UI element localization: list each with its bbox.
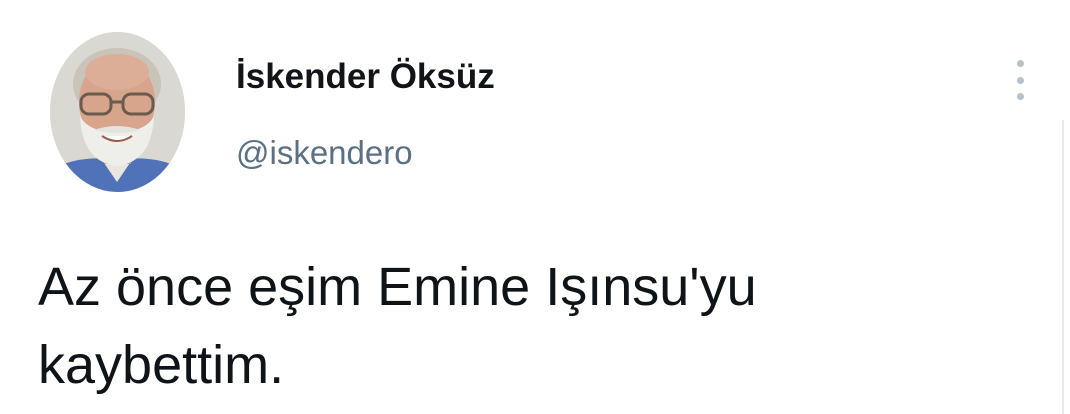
tweet-card: İskender Öksüz @iskendero Az önce eşim E… [0,0,1070,414]
avatar-photo-icon [50,32,185,192]
more-dot [1016,93,1024,100]
more-options-icon[interactable] [1004,58,1036,102]
tweet-text: Az önce eşim Emine Işınsu'yu kaybettim. [38,257,757,395]
more-dot [1016,76,1024,84]
author-avatar[interactable] [50,32,185,192]
more-dot [1016,60,1024,67]
divider [1062,120,1064,414]
author-handle[interactable]: @iskendero [236,132,413,174]
author-display-name[interactable]: İskender Öksüz [236,55,495,99]
